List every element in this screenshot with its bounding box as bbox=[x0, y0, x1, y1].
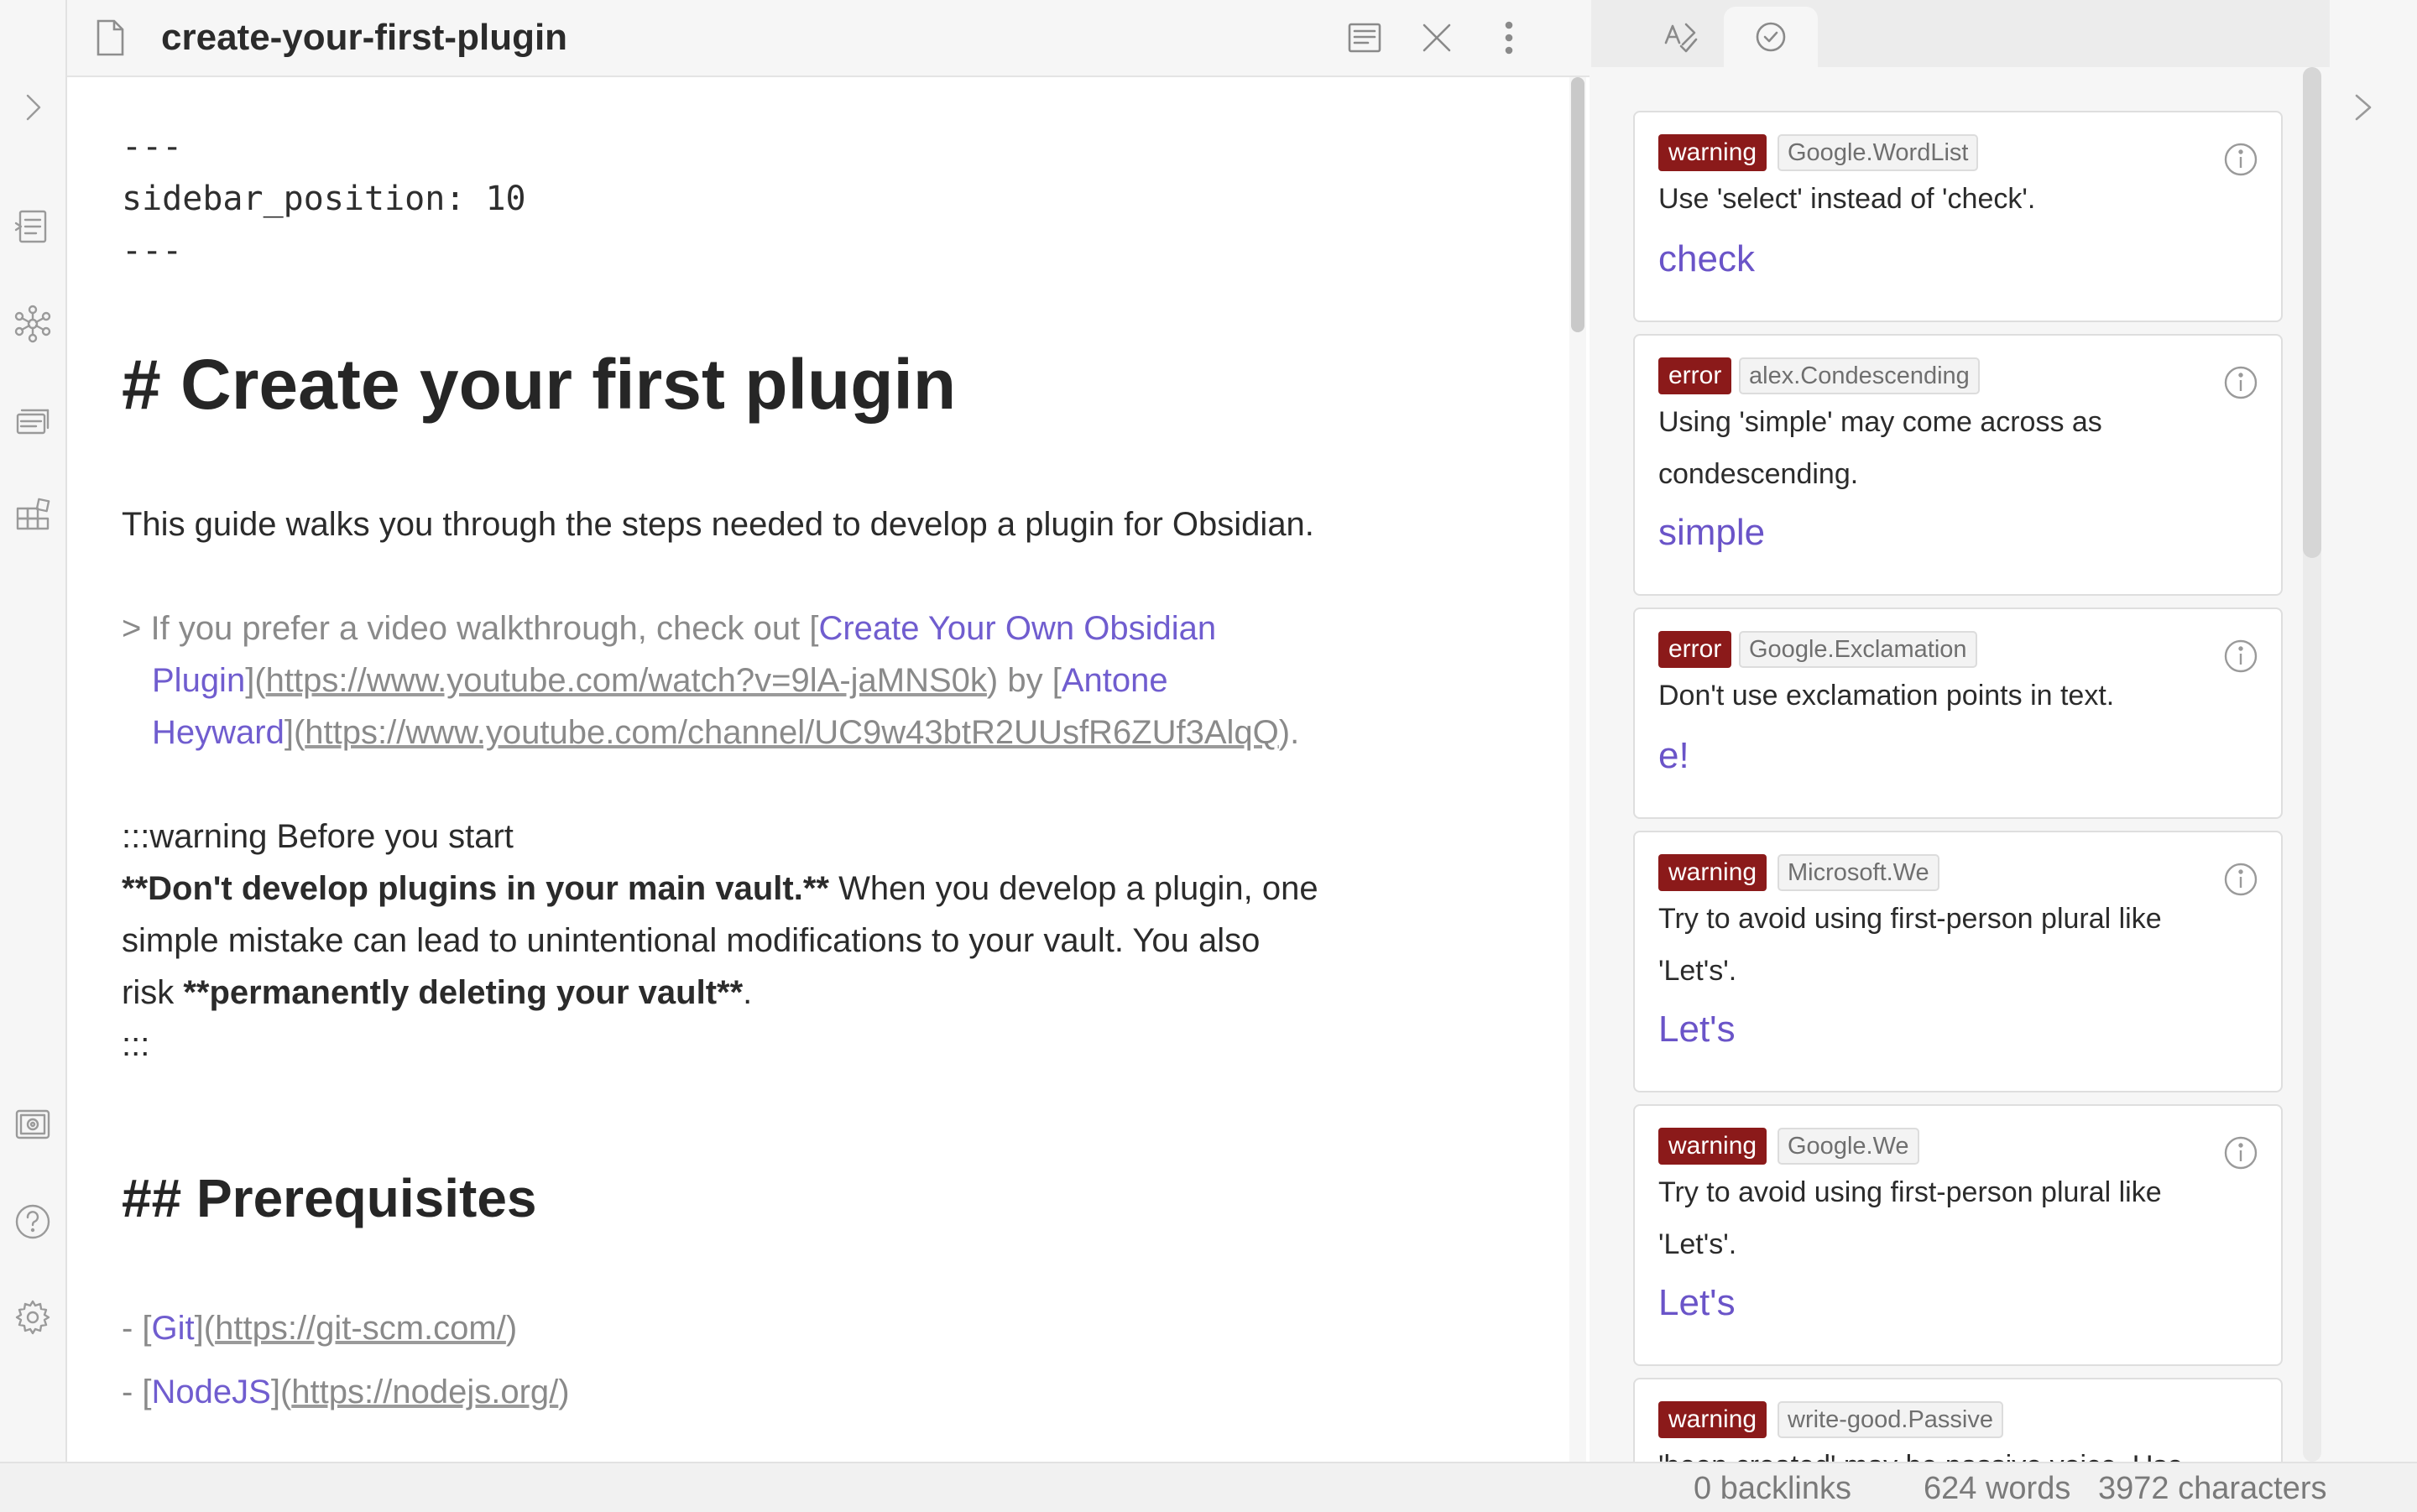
blockquote-line: Plugin](https://www.youtube.com/watch?v=… bbox=[152, 662, 1168, 699]
link-url[interactable]: https://nodejs.org/ bbox=[291, 1374, 558, 1410]
heading-1: # Create your first plugin bbox=[122, 345, 957, 424]
link-text[interactable]: Create Your Own Obsidian bbox=[818, 610, 1216, 647]
link-text[interactable]: Git bbox=[152, 1310, 195, 1347]
lint-results-panel: warning Google.WordList Use 'select' ins… bbox=[1591, 67, 2330, 1462]
character-count: 3972 characters bbox=[2098, 1471, 2327, 1506]
lint-match[interactable]: Let's bbox=[1658, 1009, 1736, 1051]
cards-icon[interactable] bbox=[9, 398, 56, 445]
editor-header: create-your-first-plugin bbox=[67, 0, 1590, 77]
reading-view-icon[interactable] bbox=[1343, 16, 1386, 60]
blockquote-line: > If you prefer a video walkthrough, che… bbox=[122, 610, 1217, 647]
list-item: - [Git](https://git-scm.com/) bbox=[122, 1310, 518, 1347]
lint-message: Using 'simple' may come across as condes… bbox=[1658, 406, 2102, 490]
lint-message: Try to avoid using first-person plural l… bbox=[1658, 903, 2162, 987]
admonition-text: simple mistake can lead to unintentional… bbox=[122, 922, 1261, 959]
severity-badge: warning bbox=[1658, 134, 1767, 171]
file-icon bbox=[89, 17, 131, 59]
lint-card[interactable]: warning Microsoft.We Try to avoid using … bbox=[1633, 831, 2283, 1092]
editor-pane[interactable]: --- sidebar_position: 10 --- # Create yo… bbox=[67, 77, 1590, 1462]
lint-message: Use 'select' instead of 'check'. bbox=[1658, 183, 2036, 215]
rule-tag: Google.Exclamation bbox=[1739, 631, 1977, 668]
settings-icon[interactable] bbox=[9, 1294, 56, 1341]
close-icon[interactable] bbox=[1415, 16, 1459, 60]
capture-icon[interactable] bbox=[9, 1101, 56, 1148]
link-text[interactable]: Antone bbox=[1062, 662, 1168, 699]
sidebar-tab-bar bbox=[1591, 0, 2330, 67]
lint-card[interactable]: error alex.Condescending Using 'simple' … bbox=[1633, 334, 2283, 596]
blocks-icon[interactable] bbox=[9, 493, 56, 540]
lint-message: 'been created' may be passive voice. Use bbox=[1658, 1440, 2212, 1462]
list-item: - [NodeJS](https://nodejs.org/) bbox=[122, 1374, 570, 1410]
more-options-icon[interactable] bbox=[1487, 16, 1531, 60]
link-text[interactable]: NodeJS bbox=[152, 1374, 271, 1410]
link-url[interactable]: https://www.youtube.com/watch?v=9lA-jaMN… bbox=[266, 662, 987, 699]
heading-2: ## Prerequisites bbox=[122, 1168, 537, 1228]
backlinks-count[interactable]: 0 backlinks bbox=[1694, 1470, 1851, 1507]
check-circle-icon[interactable] bbox=[1724, 7, 1818, 67]
rule-tag: Google.We bbox=[1778, 1128, 1919, 1165]
rule-tag: Microsoft.We bbox=[1778, 854, 1939, 891]
frontmatter-delimiter: --- bbox=[122, 232, 183, 270]
admonition-text: **Don't develop plugins in your main vau… bbox=[122, 870, 1318, 907]
frontmatter-property: sidebar_position: 10 bbox=[122, 180, 526, 218]
severity-badge: warning bbox=[1658, 1128, 1767, 1165]
graph-view-icon[interactable] bbox=[9, 300, 56, 347]
editor-scroll-thumb[interactable] bbox=[1571, 77, 1584, 332]
rule-tag: alex.Condescending bbox=[1739, 357, 1980, 394]
lint-card[interactable]: warning Google.We Try to avoid using fir… bbox=[1633, 1104, 2283, 1366]
lint-card[interactable]: error Google.Exclamation Don't use excla… bbox=[1633, 607, 2283, 819]
severity-badge: error bbox=[1658, 631, 1732, 668]
lint-message: Try to avoid using first-person plural l… bbox=[1658, 1176, 2162, 1260]
lint-match[interactable]: Let's bbox=[1658, 1282, 1736, 1324]
link-url[interactable]: https://git-scm.com/ bbox=[215, 1310, 506, 1347]
status-bar: 0 backlinks 624 words 3972 characters bbox=[0, 1462, 2417, 1512]
link-text[interactable]: Plugin bbox=[152, 662, 245, 699]
rule-tag: Google.WordList bbox=[1778, 134, 1979, 171]
info-icon[interactable] bbox=[2222, 638, 2259, 675]
lint-message: Don't use exclamation points in text. bbox=[1658, 680, 2115, 712]
lint-card[interactable]: warning Google.WordList Use 'select' ins… bbox=[1633, 111, 2283, 322]
lint-card[interactable]: warning write-good.Passive 'been created… bbox=[1633, 1378, 2283, 1462]
expand-sidebar-chevron-icon[interactable] bbox=[9, 84, 56, 131]
editor-scrollbar[interactable] bbox=[1569, 77, 1586, 1462]
severity-badge: warning bbox=[1658, 854, 1767, 891]
note-title[interactable]: create-your-first-plugin bbox=[161, 15, 567, 60]
blockquote-line: Heyward](https://www.youtube.com/channel… bbox=[152, 714, 1300, 751]
intro-paragraph: This guide walks you through the steps n… bbox=[122, 506, 1314, 543]
collapse-sidebar-chevron-icon[interactable] bbox=[2341, 84, 2383, 131]
lint-match[interactable]: check bbox=[1658, 238, 1755, 280]
right-ribbon bbox=[2330, 0, 2417, 1462]
info-icon[interactable] bbox=[2222, 861, 2259, 898]
spellcheck-icon[interactable] bbox=[1633, 7, 1727, 67]
severity-badge: warning bbox=[1658, 1401, 1767, 1438]
lint-match[interactable]: e! bbox=[1658, 735, 1689, 777]
admonition-open: :::warning Before you start bbox=[122, 818, 514, 855]
link-text[interactable]: Heyward bbox=[152, 714, 285, 751]
info-icon[interactable] bbox=[2222, 364, 2259, 401]
severity-badge: error bbox=[1658, 357, 1732, 394]
link-url[interactable]: https://www.youtube.com/channel/UC9w43bt… bbox=[305, 714, 1279, 751]
frontmatter-delimiter: --- bbox=[122, 128, 183, 166]
help-icon[interactable] bbox=[9, 1198, 56, 1245]
file-explorer-icon[interactable] bbox=[9, 203, 56, 250]
admonition-text: risk **permanently deleting your vault**… bbox=[122, 974, 753, 1011]
left-ribbon bbox=[0, 0, 67, 1462]
info-icon[interactable] bbox=[2222, 1134, 2259, 1171]
info-icon[interactable] bbox=[2222, 141, 2259, 178]
rule-tag: write-good.Passive bbox=[1778, 1401, 2003, 1438]
sidebar-scrollbar[interactable] bbox=[2303, 67, 2321, 1462]
lint-match[interactable]: simple bbox=[1658, 512, 1765, 554]
word-count: 624 words bbox=[1924, 1471, 2071, 1506]
admonition-close: ::: bbox=[122, 1026, 150, 1063]
sidebar-scroll-thumb[interactable] bbox=[2303, 67, 2321, 558]
